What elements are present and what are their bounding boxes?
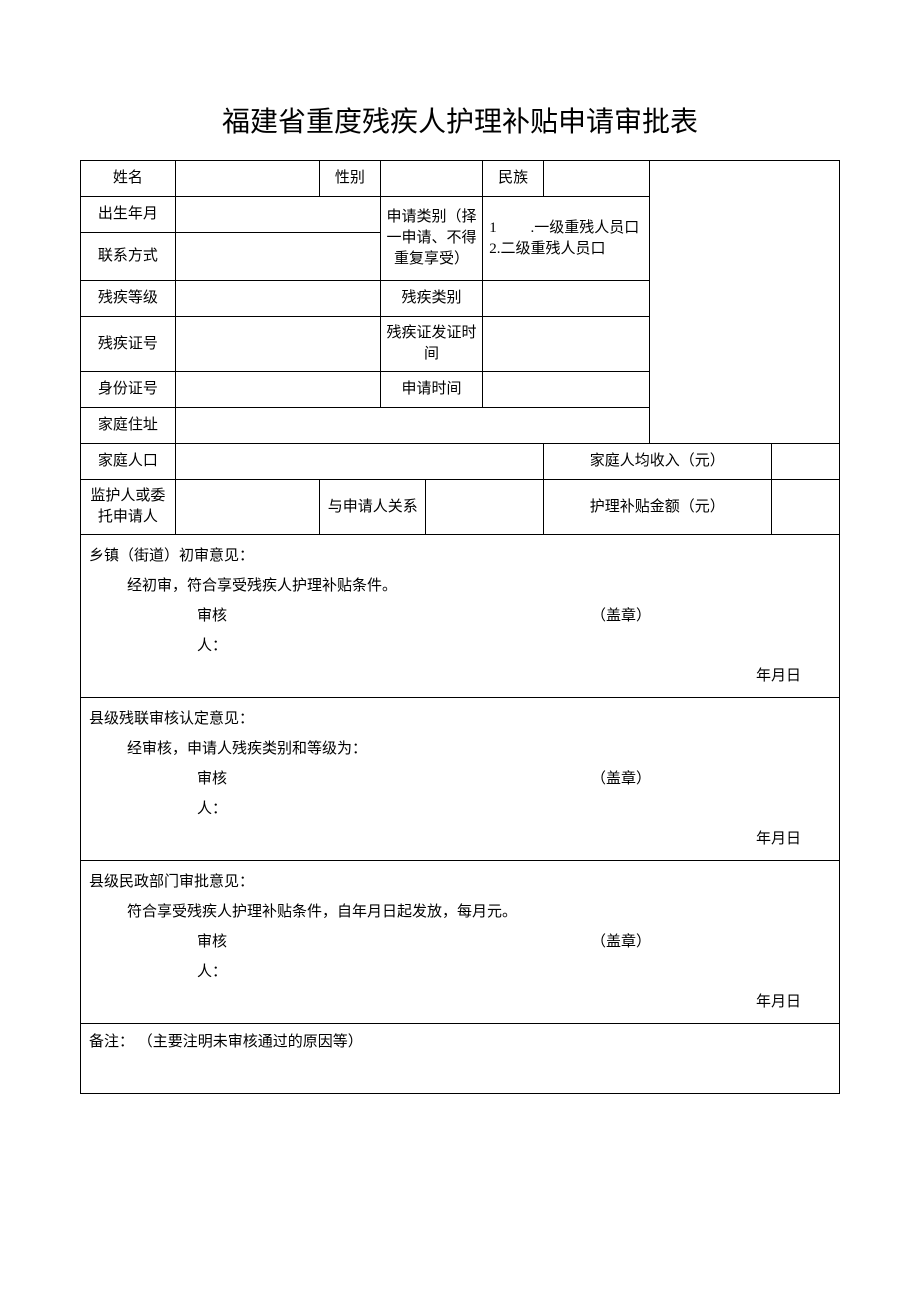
town-date: 年月日: [89, 661, 831, 691]
photo-area: [650, 161, 840, 444]
county-dpf-date: 年月日: [89, 824, 831, 854]
label-apply-type: 申请类别（择一申请、不得重复享受）: [380, 197, 482, 281]
field-apply-time[interactable]: [483, 372, 650, 408]
field-dob[interactable]: [175, 197, 380, 233]
field-guardian[interactable]: [175, 480, 319, 535]
label-relation: 与申请人关系: [320, 480, 426, 535]
application-form-table: 姓名 性别 民族 出生年月 申请类别（择一申请、不得重复享受） 1 .一级重残人…: [80, 160, 840, 1094]
field-fam-income[interactable]: [771, 444, 839, 480]
label-id-no: 身份证号: [81, 372, 176, 408]
remarks-cell[interactable]: 备注： （主要注明未审核通过的原因等）: [81, 1024, 840, 1094]
field-gender[interactable]: [380, 161, 482, 197]
remarks-label: 备注： （主要注明未审核通过的原因等）: [89, 1034, 363, 1050]
county-civil-seal-label: （盖章）: [591, 927, 831, 987]
field-dis-level[interactable]: [175, 281, 380, 317]
field-fam-pop[interactable]: [175, 444, 543, 480]
form-title: 福建省重度残疾人护理补贴申请审批表: [80, 100, 840, 140]
field-contact[interactable]: [175, 233, 380, 281]
label-dob: 出生年月: [81, 197, 176, 233]
label-subsidy: 护理补贴金额（元）: [543, 480, 771, 535]
town-seal-label: （盖章）: [591, 601, 831, 661]
label-name: 姓名: [81, 161, 176, 197]
field-dis-cert[interactable]: [175, 317, 380, 372]
field-name[interactable]: [175, 161, 319, 197]
label-fam-pop: 家庭人口: [81, 444, 176, 480]
county-dpf-reviewer-label: 审核人：: [89, 764, 244, 824]
label-dis-level: 残疾等级: [81, 281, 176, 317]
field-subsidy[interactable]: [771, 480, 839, 535]
field-id-no[interactable]: [175, 372, 380, 408]
label-gender: 性别: [320, 161, 381, 197]
county-civil-reviewer-label: 审核人：: [89, 927, 244, 987]
county-civil-opinion-cell[interactable]: 县级民政部门审批意见： 符合享受残疾人护理补贴条件，自年月日起发放，每月元。 审…: [81, 861, 840, 1024]
field-ethnic[interactable]: [543, 161, 649, 197]
field-dis-cat[interactable]: [483, 281, 650, 317]
county-civil-date: 年月日: [89, 987, 831, 1017]
town-reviewer-label: 审核人：: [89, 601, 244, 661]
label-fam-income: 家庭人均收入（元）: [543, 444, 771, 480]
town-body: 经初审，符合享受残疾人护理补贴条件。: [89, 571, 831, 601]
county-dpf-header: 县级残联审核认定意见：: [89, 704, 831, 734]
county-dpf-opinion-cell[interactable]: 县级残联审核认定意见： 经审核，申请人残疾类别和等级为： 审核人： （盖章） 年…: [81, 698, 840, 861]
county-dpf-body: 经审核，申请人残疾类别和等级为：: [89, 734, 831, 764]
label-ethnic: 民族: [483, 161, 544, 197]
label-dis-cert: 残疾证号: [81, 317, 176, 372]
label-dis-cat: 残疾类别: [380, 281, 482, 317]
label-addr: 家庭住址: [81, 408, 176, 444]
field-relation[interactable]: [426, 480, 544, 535]
field-addr[interactable]: [175, 408, 649, 444]
county-civil-header: 县级民政部门审批意见：: [89, 867, 831, 897]
town-opinion-cell[interactable]: 乡镇（街道）初审意见： 经初审，符合享受残疾人护理补贴条件。 审核人： （盖章）…: [81, 535, 840, 698]
label-contact: 联系方式: [81, 233, 176, 281]
county-civil-body: 符合享受残疾人护理补贴条件，自年月日起发放，每月元。: [89, 897, 831, 927]
town-header: 乡镇（街道）初审意见：: [89, 541, 831, 571]
label-cert-date: 残疾证发证时间: [380, 317, 482, 372]
field-apply-options[interactable]: 1 .一级重残人员口 2.二级重残人员口: [483, 197, 650, 281]
field-cert-date[interactable]: [483, 317, 650, 372]
county-dpf-seal-label: （盖章）: [591, 764, 831, 824]
label-apply-time: 申请时间: [380, 372, 482, 408]
label-guardian: 监护人或委托申请人: [81, 480, 176, 535]
